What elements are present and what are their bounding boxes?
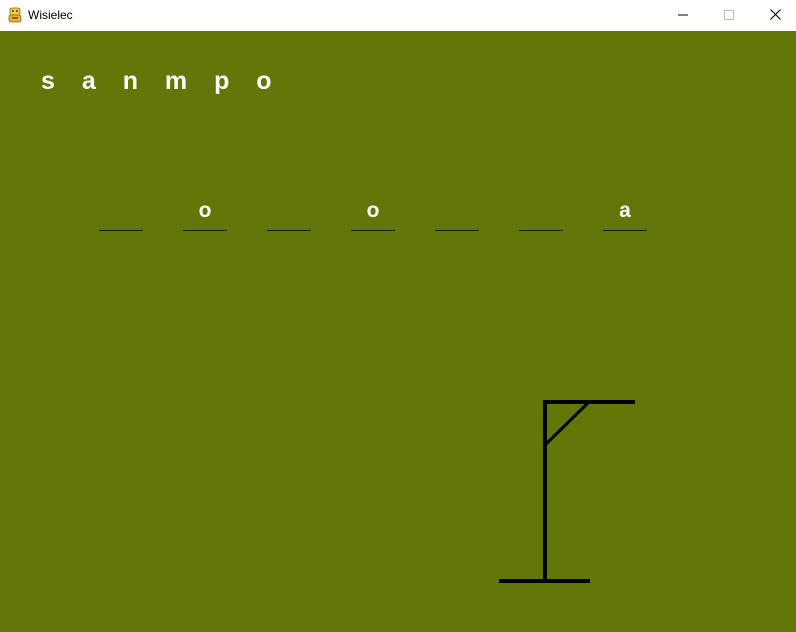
minimize-icon	[678, 7, 688, 25]
minimize-button[interactable]	[660, 0, 706, 31]
close-button[interactable]	[752, 0, 796, 31]
window-title: Wisielec	[28, 8, 73, 22]
close-icon	[769, 7, 781, 25]
title-bar[interactable]: Wisielec	[0, 0, 796, 31]
game-window: Wisielec s a n m p o ooa	[0, 0, 796, 632]
gallows-brace	[543, 400, 591, 447]
game-canvas[interactable]: s a n m p o ooa	[0, 31, 796, 632]
maximize-icon	[724, 7, 734, 25]
maximize-button[interactable]	[706, 0, 752, 31]
gallows	[499, 400, 635, 583]
python-icon	[7, 7, 23, 23]
